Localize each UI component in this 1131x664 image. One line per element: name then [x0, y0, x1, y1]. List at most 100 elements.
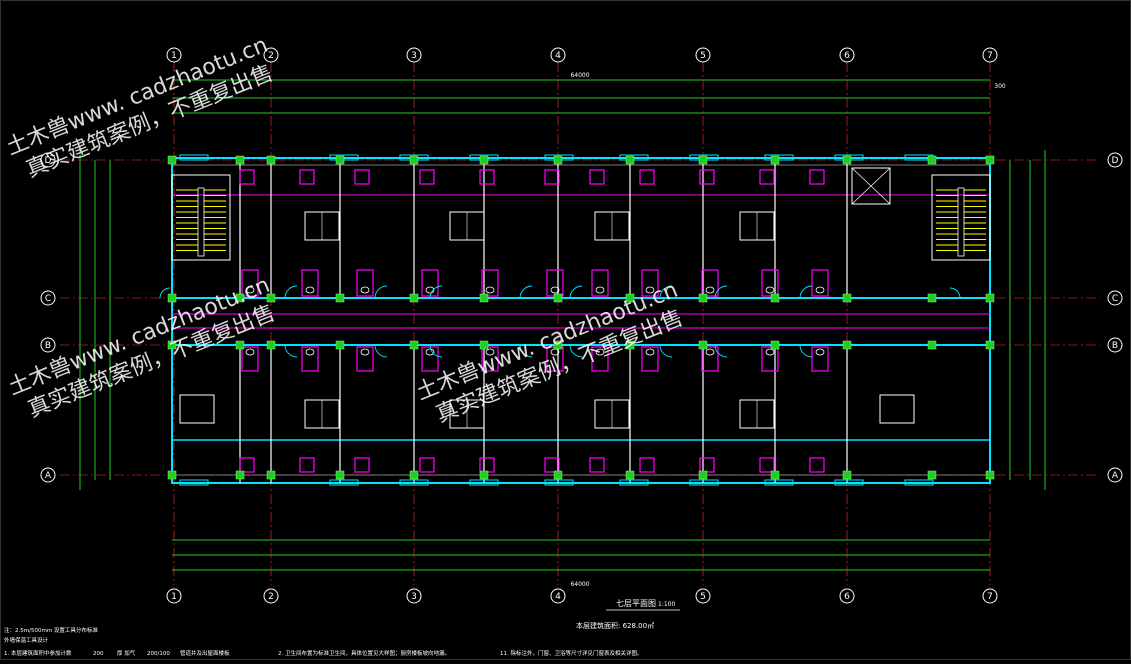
cad-viewport[interactable]: 64000 64000 300 1234567 1234567 ABCD A B…: [0, 0, 1131, 660]
toilet-north-4: [485, 286, 495, 294]
wc-north-top-3: [419, 169, 435, 185]
note-line-4: 2. 卫生间布置为标准卫生间，具体位置见大样图；厨房楼板坡向地漏。: [278, 649, 450, 657]
svg-text:5: 5: [700, 51, 706, 61]
door-north-1: [374, 285, 388, 299]
svg-text:4: 4: [555, 51, 561, 61]
svg-text:A: A: [1112, 471, 1119, 481]
door-north-7: [799, 285, 813, 299]
column-12-2: [985, 340, 995, 350]
watermarks: 土木兽www. cadzhaotu.cn 真实建筑案例，不重复出售 土木兽www…: [3, 33, 687, 428]
bath-north-3: [421, 269, 439, 297]
axis-bubble-bottom-5: 5: [695, 588, 711, 604]
axis-bubble-top-6: 6: [839, 47, 855, 63]
note-line-3b: 200: [93, 651, 104, 657]
column-4-3: [409, 470, 419, 480]
column-4-1: [409, 293, 419, 303]
wc-south-bottom-6: [589, 457, 605, 473]
axis-bubbles-left: ABCD: [40, 152, 56, 483]
svg-text:6: 6: [844, 592, 850, 602]
drawing-title-block: 七层平面图 1:100 本层建筑面积: 628.00㎡: [576, 599, 680, 630]
axis-bubble-bottom-2: 2: [263, 588, 279, 604]
column-8-1: [698, 293, 708, 303]
column-12-1: [985, 293, 995, 303]
wc-south-bottom-7: [639, 457, 655, 473]
wc-south-bottom-0: [239, 457, 255, 473]
toilet-north-8: [705, 286, 715, 294]
general-notes: 注：2.5m/500mm 设置工具分布标准 外墙保温工具设计 1. 本层建筑面积…: [4, 626, 643, 657]
column-3-1: [335, 293, 345, 303]
note-line-2: 外墙保温工具设计: [4, 636, 49, 644]
wc-north-top-7: [639, 169, 655, 185]
bath-north-2: [356, 269, 374, 297]
svg-text:7: 7: [987, 51, 993, 61]
wc-south-bottom-10: [809, 457, 825, 473]
bath-south-7: [641, 346, 659, 372]
bed-end-0: [179, 394, 215, 424]
axis-bubbles-bottom: 1 2 3 4 5 6 7: [166, 588, 998, 604]
bath-north-5: [546, 269, 564, 297]
svg-text:1: 1: [171, 51, 177, 61]
column-4-2: [409, 340, 419, 350]
column-1-3: [235, 470, 245, 480]
toilet-south-9: [765, 348, 775, 356]
bath-north-8: [701, 269, 719, 297]
right-total-dimension: 300: [994, 83, 1006, 90]
axis-bubbles-right: A B C D: [1107, 152, 1123, 483]
bath-south-2: [356, 346, 374, 372]
svg-text:3: 3: [411, 51, 417, 61]
stair-right: [931, 174, 991, 261]
elevator-shaft: [851, 167, 891, 205]
column-12-3: [985, 470, 995, 480]
wc-south-bottom-8: [699, 457, 715, 473]
note-line-3d: 200/100: [147, 651, 170, 657]
bath-south-3: [421, 346, 439, 372]
column-2-0: [266, 155, 276, 165]
svg-text:1: 1: [171, 592, 177, 602]
wc-north-top-4: [479, 169, 495, 185]
column-7-3: [625, 470, 635, 480]
column-6-1: [553, 293, 563, 303]
axis-bubble-right-C: C: [1107, 290, 1123, 306]
toilet-south-7: [645, 348, 655, 356]
axis-bubbles-top: 1234567: [166, 47, 998, 63]
bottom-overall-dimension: 64000: [570, 581, 589, 588]
bathroom-fixtures: [179, 154, 934, 486]
svg-text:6: 6: [844, 51, 850, 61]
door-south-1: [374, 344, 388, 358]
svg-text:2: 2: [268, 592, 274, 602]
door-south-5: [659, 344, 673, 358]
column-10-0: [842, 155, 852, 165]
svg-text:B: B: [1112, 341, 1118, 351]
toilet-north-6: [595, 286, 605, 294]
column-0-1: [167, 293, 177, 303]
axis-bubble-top-3: 3: [406, 47, 422, 63]
door-south-0: [284, 344, 298, 358]
column-11-3: [927, 470, 937, 480]
column-9-0: [770, 155, 780, 165]
axis-bubble-bottom-6: 6: [839, 588, 855, 604]
axis-bubble-bottom-4: 4: [550, 588, 566, 604]
wc-south-bottom-9: [759, 457, 775, 473]
note-line-3a: 1. 本层建筑面积中参加计数: [4, 649, 72, 657]
bath-south-0: [241, 346, 259, 372]
toilet-south-0: [245, 348, 255, 356]
axis-bubble-right-D: D: [1107, 152, 1123, 168]
column-8-3: [698, 470, 708, 480]
stair-left: [171, 174, 231, 261]
door-north-4: [569, 285, 583, 299]
svg-text:C: C: [1112, 294, 1118, 304]
wc-south-bottom-2: [354, 457, 370, 473]
wc-north-top-9: [759, 169, 775, 185]
drawing-scale: 1:100: [658, 601, 675, 608]
column-8-0: [698, 155, 708, 165]
axis-bubble-bottom-1: 1: [166, 588, 182, 604]
column-10-3: [842, 470, 852, 480]
wc-north-top-6: [589, 169, 605, 185]
axis-bubble-top-7: 7: [982, 47, 998, 63]
wc-south-bottom-1: [299, 457, 315, 473]
note-line-3c: 厚 加气: [117, 649, 136, 657]
axis-bubble-left-A: A: [40, 467, 56, 483]
toilet-south-10: [815, 348, 825, 356]
wc-south-bottom-3: [419, 457, 435, 473]
column-4-0: [409, 155, 419, 165]
